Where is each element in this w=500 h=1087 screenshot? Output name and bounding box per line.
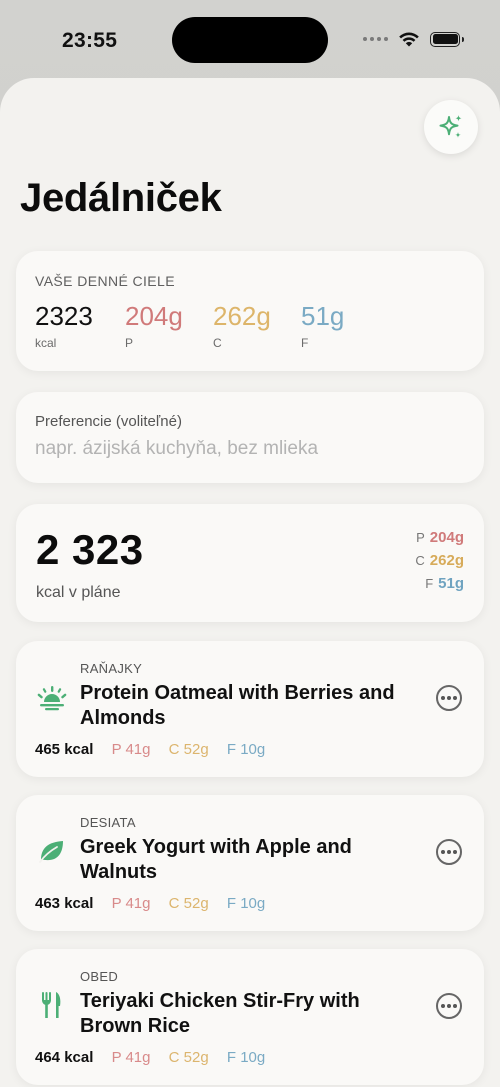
status-time: 23:55 (62, 29, 118, 52)
meal-stats: 464 kcal P 41g C 52g F 10g (35, 1049, 265, 1066)
meal-name: Teriyaki Chicken Stir-Fry with Brown Ric… (80, 990, 360, 1037)
ellipsis-icon (441, 696, 445, 700)
plan-total-card: 2 323 kcal v pláne P 204g C 262g F 51g (16, 504, 484, 622)
plan-total-kcal: 2 323 (36, 526, 144, 573)
goal-carbs-unit: C (213, 336, 222, 350)
plan-total-macros: P 204g C 262g F 51g (415, 529, 464, 598)
plan-carbs-label: C (415, 553, 425, 568)
dynamic-island (172, 17, 328, 63)
meal-protein: P 41g (111, 895, 151, 912)
leaf-icon (36, 835, 68, 867)
meal-card-snack[interactable]: DESIATA Greek Yogurt with Apple and Waln… (16, 795, 484, 931)
more-options-button[interactable] (436, 839, 462, 865)
goal-kcal: 2323 kcal (35, 301, 93, 350)
meal-protein: P 41g (111, 741, 151, 758)
main-sheet: Jedálniček VAŠE DENNÉ CIELE 2323 kcal 20… (0, 78, 500, 1087)
plan-carbs-value: 262g (429, 552, 464, 569)
more-options-button[interactable] (436, 993, 462, 1019)
plan-total-fat: F 51g (415, 575, 464, 592)
plan-total-carbs: C 262g (415, 552, 464, 569)
goal-protein: 204g P (125, 301, 183, 350)
meal-fat: F 10g (226, 741, 266, 758)
signal-icon (363, 37, 388, 41)
preferences-input[interactable] (35, 438, 455, 460)
meal-card-lunch[interactable]: OBED Teriyaki Chicken Stir-Fry with Brow… (16, 949, 484, 1085)
plan-total-protein: P 204g (415, 529, 464, 546)
goal-fat-unit: F (301, 336, 309, 350)
goal-kcal-unit: kcal (35, 336, 57, 350)
meal-type: RAŇAJKY (80, 661, 143, 676)
daily-goals-card: VAŠE DENNÉ CIELE 2323 kcal 204g P 262g C… (16, 251, 484, 371)
fork-knife-icon (36, 989, 68, 1021)
preferences-card: Preferencie (voliteľné) (16, 392, 484, 483)
ellipsis-icon (441, 850, 445, 854)
meal-carbs: C 52g (168, 1049, 209, 1066)
meal-kcal: 463 kcal (35, 895, 94, 912)
meal-stats: 465 kcal P 41g C 52g F 10g (35, 741, 265, 758)
goal-protein-value: 204g (125, 301, 183, 331)
preferences-label: Preferencie (voliteľné) (35, 413, 182, 430)
meal-fat: F 10g (226, 1049, 266, 1066)
meal-fat: F 10g (226, 895, 266, 912)
meal-protein: P 41g (111, 1049, 151, 1066)
goal-kcal-value: 2323 (35, 301, 93, 331)
page-title: Jedálniček (20, 176, 222, 220)
goal-carbs: 262g C (213, 301, 271, 350)
meal-type: OBED (80, 969, 119, 984)
meal-carbs: C 52g (168, 895, 209, 912)
sunrise-icon (36, 681, 68, 713)
goal-fat-value: 51g (301, 301, 345, 331)
goal-fat: 51g F (301, 301, 344, 350)
screen: 23:55 Jedálniček VAŠE DENNÉ CIELE 2323 k… (0, 0, 500, 1087)
goal-protein-unit: P (125, 336, 134, 350)
plan-total-label: kcal v pláne (36, 584, 121, 601)
plan-protein-value: 204g (429, 529, 464, 546)
sparkles-icon (439, 115, 462, 138)
meal-name: Protein Oatmeal with Berries and Almonds (80, 682, 395, 729)
goals-heading: VAŠE DENNÉ CIELE (35, 273, 175, 289)
plan-fat-label: F (425, 576, 434, 591)
meal-kcal: 464 kcal (35, 1049, 94, 1066)
meal-name: Greek Yogurt with Apple and Walnuts (80, 836, 352, 883)
goal-carbs-value: 262g (213, 301, 271, 331)
meal-type: DESIATA (80, 815, 136, 830)
more-options-button[interactable] (436, 685, 462, 711)
status-bar: 23:55 (0, 0, 500, 80)
battery-icon (430, 31, 464, 47)
wifi-icon (399, 32, 419, 47)
meal-stats: 463 kcal P 41g C 52g F 10g (35, 895, 265, 912)
status-icons (363, 31, 464, 47)
ellipsis-icon (441, 1004, 445, 1008)
meal-card-breakfast[interactable]: RAŇAJKY Protein Oatmeal with Berries and… (16, 641, 484, 777)
ai-generate-button[interactable] (424, 100, 478, 154)
plan-fat-value: 51g (438, 575, 464, 592)
plan-protein-label: P (416, 530, 425, 545)
meal-carbs: C 52g (168, 741, 209, 758)
meal-kcal: 465 kcal (35, 741, 94, 758)
